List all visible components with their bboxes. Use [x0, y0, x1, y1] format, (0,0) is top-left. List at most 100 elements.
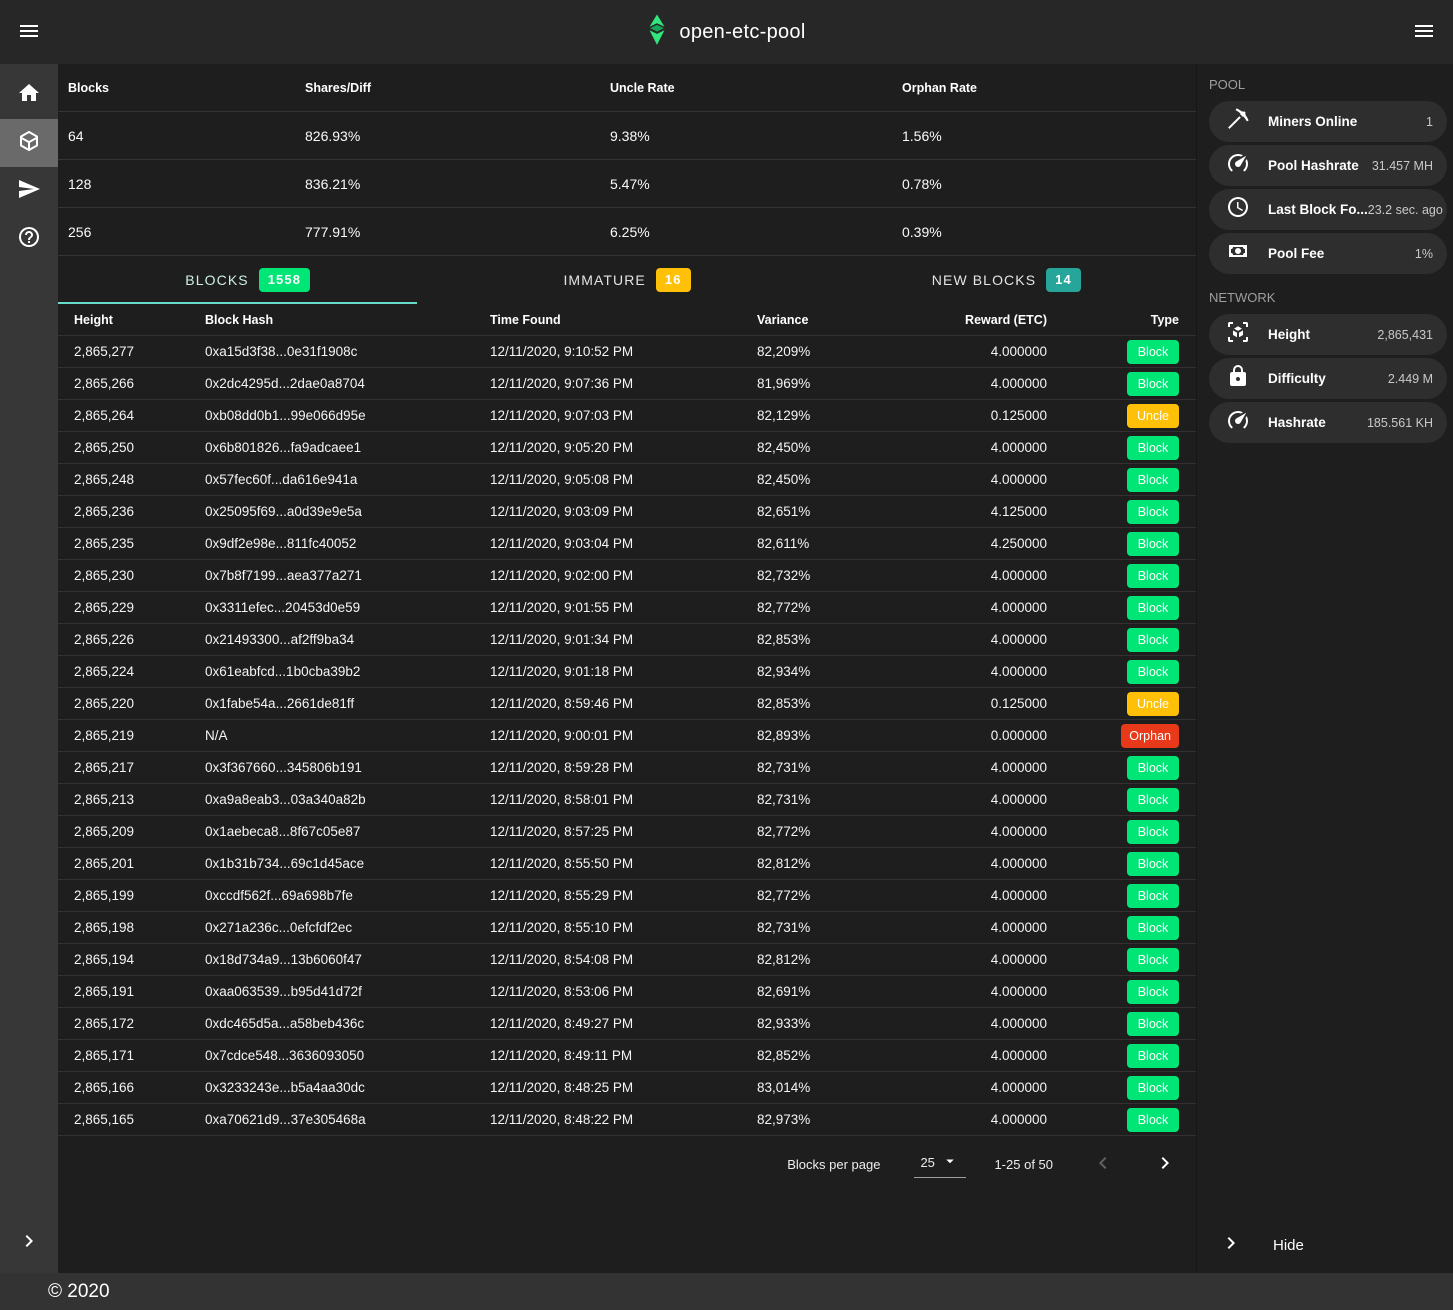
cell-variance: 82,852% — [757, 1048, 872, 1063]
cell-reward: 4.000000 — [872, 472, 1047, 487]
table-row: 2,865,224 0x61eabfcd...1b0cba39b2 12/11/… — [58, 656, 1196, 688]
stats-cell-uncle-rate: 9.38% — [610, 128, 902, 144]
chevron-right-icon — [1219, 1231, 1243, 1260]
type-badge: Block — [1127, 564, 1179, 588]
page-range-label: 1-25 of 50 — [994, 1157, 1053, 1172]
triangle-down-icon — [941, 1152, 959, 1173]
nav-payments[interactable] — [0, 167, 58, 215]
stats-header-orphan-rate: Orphan Rate — [902, 81, 1196, 95]
per-page-value: 25 — [920, 1155, 934, 1170]
gauge-icon — [1226, 151, 1250, 180]
cell-variance: 82,812% — [757, 856, 872, 871]
type-badge: Orphan — [1121, 724, 1179, 748]
left-menu-button[interactable] — [9, 12, 49, 52]
network-difficulty-card: Difficulty 2.449 M — [1209, 358, 1447, 399]
table-row: 2,865,219 N/A 12/11/2020, 9:00:01 PM 82,… — [58, 720, 1196, 752]
stats-cell-orphan-rate: 1.56% — [902, 128, 1196, 144]
cell-type: Uncle — [1047, 692, 1196, 716]
network-hashrate-card: Hashrate 185.561 KH — [1209, 402, 1447, 443]
cell-type: Block — [1047, 628, 1196, 652]
cell-variance: 82,691% — [757, 984, 872, 999]
type-badge: Block — [1127, 884, 1179, 908]
header-reward: Reward (ETC) — [872, 313, 1047, 327]
cell-time-found: 12/11/2020, 8:49:11 PM — [490, 1048, 757, 1063]
per-page-select[interactable]: 25 — [914, 1150, 966, 1178]
cell-variance: 82,651% — [757, 504, 872, 519]
cell-height: 2,865,226 — [58, 632, 205, 647]
rail-expand-button[interactable] — [0, 1223, 58, 1263]
table-row: 2,865,236 0x25095f69...a0d39e9e5a 12/11/… — [58, 496, 1196, 528]
cell-height: 2,865,248 — [58, 472, 205, 487]
cell-type: Block — [1047, 1076, 1196, 1100]
cell-variance: 82,732% — [757, 568, 872, 583]
nav-home[interactable] — [0, 71, 58, 119]
pool-fee-label: Pool Fee — [1268, 246, 1324, 261]
cell-reward: 4.000000 — [872, 952, 1047, 967]
nav-help[interactable] — [0, 215, 58, 263]
home-icon — [17, 81, 41, 110]
cell-time-found: 12/11/2020, 9:01:34 PM — [490, 632, 757, 647]
tab-immature-count-badge: 16 — [656, 268, 691, 292]
cell-time-found: 12/11/2020, 8:54:08 PM — [490, 952, 757, 967]
network-difficulty-value: 2.449 M — [1388, 372, 1433, 386]
stats-row: 128 836.21% 5.47% 0.78% — [58, 160, 1196, 208]
stats-header-blocks: Blocks — [68, 81, 305, 95]
table-row: 2,865,230 0x7b8f7199...aea377a271 12/11/… — [58, 560, 1196, 592]
cell-block-hash: 0x6b801826...fa9adcaee1 — [205, 440, 490, 455]
cell-variance: 82,731% — [757, 792, 872, 807]
cell-block-hash: 0x25095f69...a0d39e9e5a — [205, 504, 490, 519]
stats-rows: 64 826.93% 9.38% 1.56% 128 836.21% 5.47%… — [58, 112, 1196, 256]
pool-miners-online-card: Miners Online 1 — [1209, 101, 1447, 142]
right-menu-button[interactable] — [1404, 12, 1444, 52]
next-page-button[interactable] — [1153, 1151, 1177, 1178]
cell-reward: 0.125000 — [872, 408, 1047, 423]
cell-block-hash: 0x9df2e98e...811fc40052 — [205, 536, 490, 551]
cell-reward: 4.000000 — [872, 344, 1047, 359]
table-row: 2,865,217 0x3f367660...345806b191 12/11/… — [58, 752, 1196, 784]
stats-table: Blocks Shares/Diff Uncle Rate Orphan Rat… — [58, 64, 1196, 256]
tab-new-blocks[interactable]: NEW BLOCKS 14 — [817, 256, 1196, 304]
cell-block-hash: 0x1fabe54a...2661de81ff — [205, 696, 490, 711]
menu-icon — [17, 19, 41, 46]
cash-icon — [1226, 239, 1250, 268]
tab-immature[interactable]: IMMATURE 16 — [437, 256, 816, 304]
per-page-label: Blocks per page — [787, 1157, 880, 1172]
table-row: 2,865,264 0xb08dd0b1...99e066d95e 12/11/… — [58, 400, 1196, 432]
cell-type: Block — [1047, 564, 1196, 588]
header-type: Type — [1047, 313, 1196, 327]
tab-new-blocks-label: NEW BLOCKS — [932, 272, 1036, 288]
cell-type: Block — [1047, 980, 1196, 1004]
cell-height: 2,865,250 — [58, 440, 205, 455]
gauge-icon — [1226, 408, 1250, 437]
type-badge: Block — [1127, 1076, 1179, 1100]
cell-variance: 82,129% — [757, 408, 872, 423]
cell-height: 2,865,199 — [58, 888, 205, 903]
cell-height: 2,865,224 — [58, 664, 205, 679]
pagination-bar: Blocks per page 25 1-25 of 50 — [58, 1136, 1196, 1192]
stats-row: 64 826.93% 9.38% 1.56% — [58, 112, 1196, 160]
pickaxe-icon — [1226, 107, 1250, 136]
cell-block-hash: 0x57fec60f...da616e941a — [205, 472, 490, 487]
cell-variance: 82,450% — [757, 440, 872, 455]
cell-time-found: 12/11/2020, 8:48:22 PM — [490, 1112, 757, 1127]
table-row: 2,865,266 0x2dc4295d...2dae0a8704 12/11/… — [58, 368, 1196, 400]
cell-time-found: 12/11/2020, 9:05:08 PM — [490, 472, 757, 487]
nav-blocks[interactable] — [0, 119, 58, 167]
cell-type: Block — [1047, 948, 1196, 972]
cell-reward: 4.000000 — [872, 888, 1047, 903]
tab-blocks[interactable]: BLOCKS 1558 — [58, 256, 437, 304]
prev-page-button[interactable] — [1091, 1151, 1115, 1178]
cell-height: 2,865,201 — [58, 856, 205, 871]
table-row: 2,865,277 0xa15d3f38...0e31f1908c 12/11/… — [58, 336, 1196, 368]
hide-sidebar-button[interactable]: Hide — [1197, 1223, 1453, 1267]
cell-reward: 4.000000 — [872, 1080, 1047, 1095]
type-badge: Block — [1127, 852, 1179, 876]
type-badge: Block — [1127, 596, 1179, 620]
type-badge: Block — [1127, 788, 1179, 812]
pool-last-block-card: Last Block Fo... 23.2 sec. ago — [1209, 189, 1447, 230]
tab-immature-label: IMMATURE — [563, 272, 645, 288]
cell-reward: 4.000000 — [872, 920, 1047, 935]
cell-time-found: 12/11/2020, 8:53:06 PM — [490, 984, 757, 999]
cell-time-found: 12/11/2020, 9:05:20 PM — [490, 440, 757, 455]
table-row: 2,865,209 0x1aebeca8...8f67c05e87 12/11/… — [58, 816, 1196, 848]
